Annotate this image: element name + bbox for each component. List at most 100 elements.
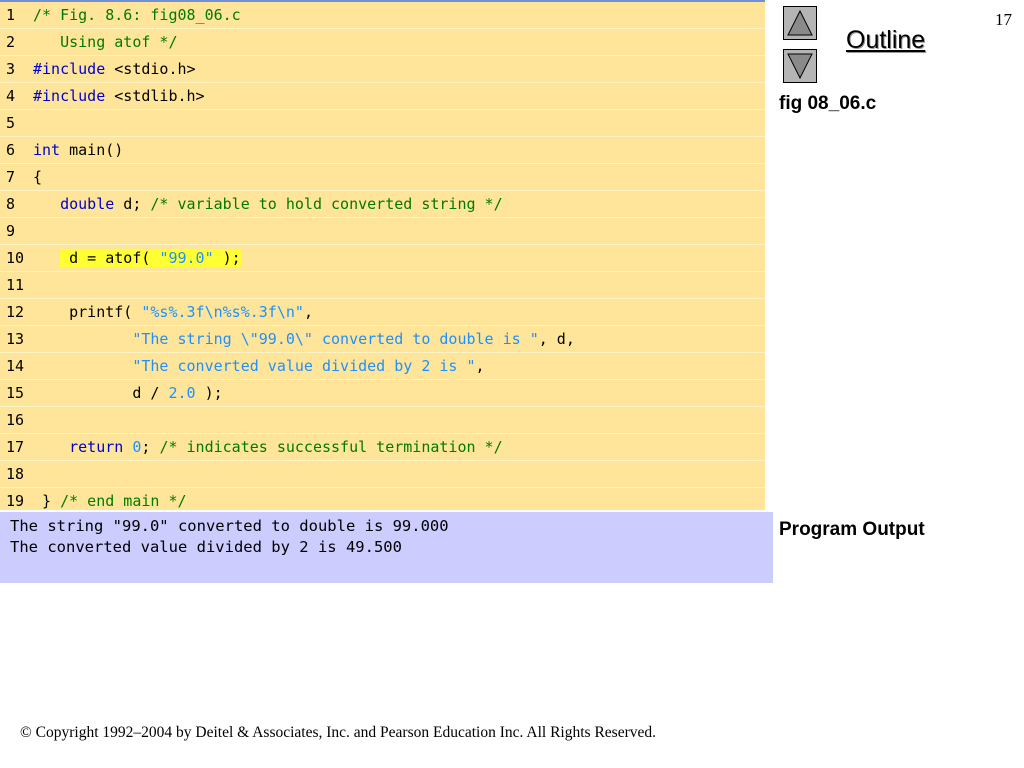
code-line: 5 — [0, 110, 765, 137]
line-number: 6 — [6, 141, 16, 159]
code-text: #include <stdlib.h> — [33, 83, 205, 109]
code-text: d / 2.0 ); — [33, 380, 223, 406]
code-text: return 0; /* indicates successful termin… — [33, 434, 503, 460]
code-token: d / — [33, 384, 169, 402]
code-token: return — [69, 438, 124, 456]
code-line: 17 return 0; /* indicates successful ter… — [0, 434, 765, 461]
code-line: 3 #include <stdio.h> — [0, 56, 765, 83]
code-token: double — [60, 195, 115, 213]
code-line: 14 "The converted value divided by 2 is … — [0, 353, 765, 380]
code-line: 12 printf( "%s%.3f\n%s%.3f\n", — [0, 299, 765, 326]
outline-link[interactable]: Outline — [846, 26, 925, 55]
line-number: 12 — [6, 303, 25, 321]
line-number: 9 — [6, 222, 16, 240]
code-token: "The converted value divided by 2 is " — [132, 357, 476, 375]
code-token: ); — [195, 384, 223, 402]
code-token: #include — [33, 87, 106, 105]
program-output-panel: The string "99.0" converted to double is… — [0, 512, 773, 583]
code-token: printf( — [33, 303, 142, 321]
code-token: 2.0 — [168, 384, 196, 402]
previous-slide-button[interactable] — [783, 6, 817, 40]
code-token: Using atof */ — [33, 33, 178, 51]
file-label: fig 08_06.c — [779, 93, 877, 114]
code-token: <stdio.h> — [105, 60, 196, 78]
copyright-notice: © Copyright 1992–2004 by Deitel & Associ… — [20, 724, 656, 741]
line-number: 1 — [6, 6, 16, 24]
line-number: 18 — [6, 465, 25, 483]
code-line: 19 } /* end main */ — [0, 488, 765, 515]
code-token: main() — [60, 141, 124, 159]
code-text: Using atof */ — [33, 29, 178, 55]
code-text: int main() — [33, 137, 123, 163]
next-slide-button[interactable] — [783, 49, 817, 83]
line-number: 16 — [6, 411, 25, 429]
code-token: , — [475, 357, 485, 375]
line-number: 3 — [6, 60, 16, 78]
output-line: The string "99.0" converted to double is… — [10, 517, 449, 535]
code-text: } /* end main */ — [33, 488, 187, 514]
code-line: 18 — [0, 461, 765, 488]
code-token: d = atof( — [60, 249, 160, 267]
code-token: { — [33, 168, 43, 186]
code-line: 1 /* Fig. 8.6: fig08_06.c — [0, 2, 765, 29]
code-line: 11 — [0, 272, 765, 299]
code-token: "The string \"99.0\" converted to double… — [132, 330, 539, 348]
code-token: /* variable to hold converted string */ — [150, 195, 503, 213]
slide-number: 17 — [995, 10, 1012, 29]
triangle-up-icon — [787, 9, 813, 36]
code-line: 15 d / 2.0 ); — [0, 380, 765, 407]
code-text: double d; /* variable to hold converted … — [33, 191, 503, 217]
code-text: d = atof( "99.0" ); — [33, 245, 241, 271]
code-line: 7{ — [0, 164, 765, 191]
code-token: int — [33, 141, 61, 159]
code-line: 2 Using atof */ — [0, 29, 765, 56]
program-output-label: Program Output — [779, 519, 925, 540]
code-listing: 1/* Fig. 8.6: fig08_06.c 2 Using atof */3… — [0, 0, 765, 515]
code-text: "The converted value divided by 2 is ", — [33, 353, 485, 379]
code-token: /* indicates successful termination */ — [159, 438, 503, 456]
code-token: , d, — [538, 330, 575, 348]
code-line: 6 int main() — [0, 137, 765, 164]
line-number: 19 — [6, 492, 25, 510]
line-number: 15 — [6, 384, 25, 402]
line-number: 2 — [6, 33, 16, 51]
code-line: 13 "The string \"99.0\" converted to dou… — [0, 326, 765, 353]
code-line: 4 #include <stdlib.h> — [0, 83, 765, 110]
code-text: "The string \"99.0\" converted to double… — [33, 326, 575, 352]
code-text: { — [33, 164, 42, 190]
code-text: #include <stdio.h> — [33, 56, 196, 82]
code-token: #include — [33, 60, 106, 78]
code-text: printf( "%s%.3f\n%s%.3f\n", — [33, 299, 313, 325]
code-line: 16 — [0, 407, 765, 434]
code-text: /* Fig. 8.6: fig08_06.c — [33, 2, 241, 28]
line-number: 4 — [6, 87, 16, 105]
code-token: , — [303, 303, 313, 321]
line-number: 10 — [6, 249, 25, 267]
triangle-down-icon — [787, 53, 813, 80]
line-number: 7 — [6, 168, 16, 186]
code-token: ; — [141, 438, 160, 456]
code-line: 8 double d; /* variable to hold converte… — [0, 191, 765, 218]
code-line: 10 d = atof( "99.0" ); — [0, 245, 765, 272]
code-token: /* end main */ — [60, 492, 187, 510]
line-number: 11 — [6, 276, 25, 294]
line-number: 8 — [6, 195, 16, 213]
line-number: 14 — [6, 357, 25, 375]
output-line: The converted value divided by 2 is 49.5… — [10, 538, 402, 556]
code-token: } — [33, 492, 61, 510]
code-token: <stdlib.h> — [105, 87, 205, 105]
code-token: /* Fig. 8.6: fig08_06.c — [33, 6, 241, 24]
code-token: d; — [114, 195, 151, 213]
code-token: "99.0" — [159, 249, 214, 267]
code-token: "%s%.3f\n%s%.3f\n" — [141, 303, 304, 321]
line-number: 17 — [6, 438, 25, 456]
code-line: 9 — [0, 218, 765, 245]
line-number: 13 — [6, 330, 25, 348]
line-number: 5 — [6, 114, 16, 132]
